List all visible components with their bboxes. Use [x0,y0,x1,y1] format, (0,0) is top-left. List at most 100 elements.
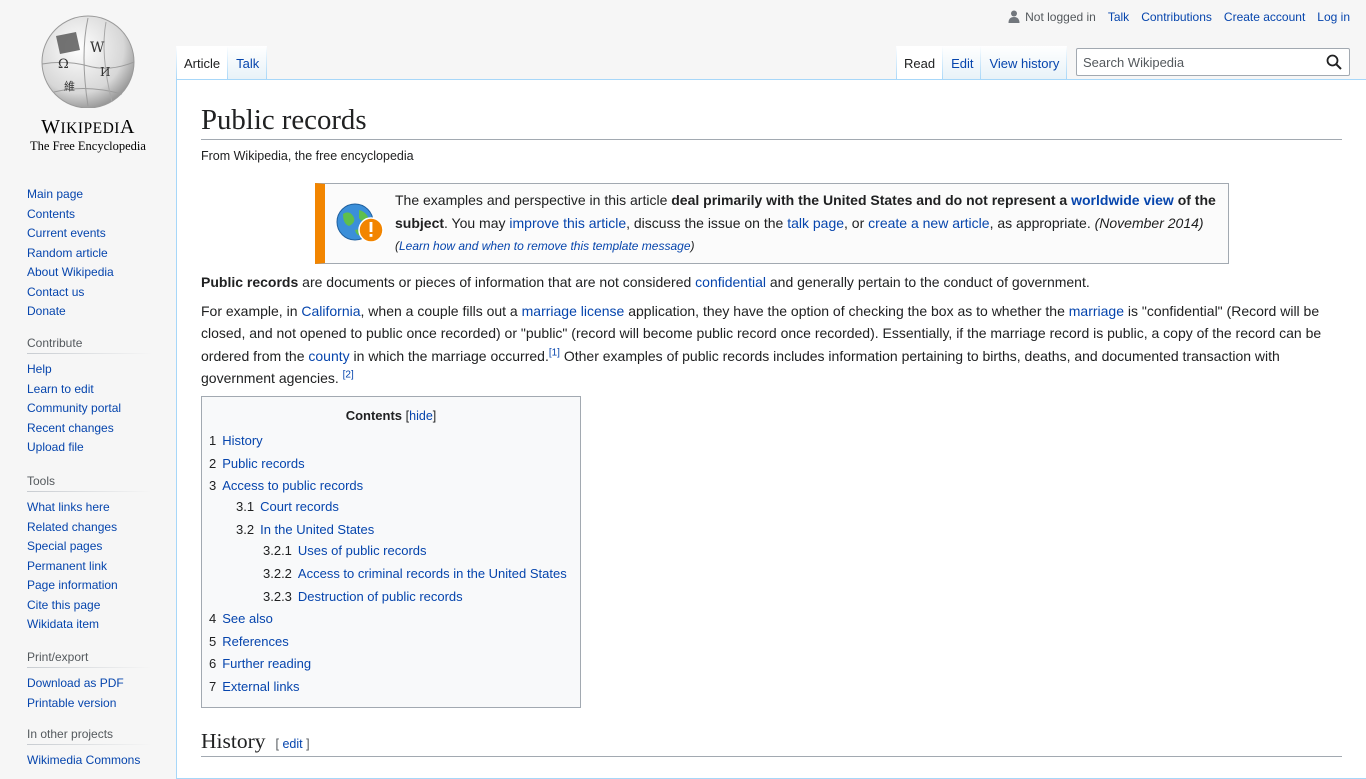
california-link[interactable]: California [301,303,360,319]
search-box [1076,48,1350,76]
sidebar-item-related-changes[interactable]: Related changes [27,520,117,534]
sidebar-heading-print-export: Print/export [27,650,152,668]
improve-article-link[interactable]: improve this article [509,215,626,231]
not-logged-in: Not logged in [1008,10,1096,24]
sidebar-navigation: Main page Contents Current events Random… [27,185,152,322]
svg-text:И: И [100,65,110,79]
reference-2-link[interactable]: [2] [343,370,354,381]
toc-number: 3.2.1 [263,543,292,558]
view-tabs: Read Edit View history [896,46,1068,80]
sidebar-item-random-article[interactable]: Random article [27,246,108,260]
sidebar-item-cite-this-page[interactable]: Cite this page [27,598,100,612]
toc-item[interactable]: 3.2.2 Access to criminal records in the U… [263,566,567,581]
sidebar-item-wikidata-item[interactable]: Wikidata item [27,617,99,631]
search-input[interactable] [1077,49,1317,75]
toc-item[interactable]: 3.2.1 Uses of public records [263,543,427,558]
remove-template-link[interactable]: Learn how and when to remove this templa… [399,239,691,253]
tab-edit[interactable]: Edit [943,46,982,80]
toc-number: 3.2.3 [263,589,292,604]
toc-hide-toggle[interactable]: hide [409,409,433,423]
toc-item[interactable]: 3 Access to public records [209,478,363,493]
reference-1-link[interactable]: [1] [549,347,560,358]
notice-text: The examples and perspective in this art… [395,189,1225,257]
toc-item[interactable]: 3.2.3 Destruction of public records [263,589,463,604]
toc-item[interactable]: 2 Public records [209,456,305,471]
toc-link[interactable]: Uses of public records [298,543,427,558]
edit-section-link[interactable]: edit [282,737,302,751]
toc-link[interactable]: Further reading [222,656,311,671]
sidebar-item-wikimedia-commons[interactable]: Wikimedia Commons [27,753,140,767]
sidebar-item-donate[interactable]: Donate [27,304,66,318]
example-text-1: For example, in [201,303,302,319]
sidebar-item-upload-file[interactable]: Upload file [27,440,84,454]
toc-item[interactable]: 3.2 In the United States [236,522,374,537]
toc-link[interactable]: Court records [260,499,339,514]
toc-item[interactable]: 6 Further reading [209,656,311,671]
toc-link[interactable]: Public records [222,456,304,471]
contributions-link[interactable]: Contributions [1141,10,1212,24]
tab-article[interactable]: Article [176,46,229,80]
sidebar-item-contact[interactable]: Contact us [27,285,84,299]
example-text-2: , when a couple fills out a [360,303,522,319]
sidebar-item-contents[interactable]: Contents [27,207,75,221]
sidebar-item-community-portal[interactable]: Community portal [27,401,121,415]
notice-remove-hint: (Learn how and when to remove this templ… [395,239,695,253]
sidebar-item-about[interactable]: About Wikipedia [27,265,114,279]
user-talk-link[interactable]: Talk [1108,10,1129,24]
tab-view-history[interactable]: View history [981,46,1068,80]
talk-page-link[interactable]: talk page [787,215,844,231]
section-heading-history: History [ edit ] [201,728,1342,757]
sidebar-item-learn-to-edit[interactable]: Learn to edit [27,382,94,396]
table-of-contents: Contents [hide] 1 History 2 Public records… [201,396,581,708]
toc-item[interactable]: 4 See also [209,611,273,626]
toc-item[interactable]: 3.1 Court records [236,499,339,514]
toc-link[interactable]: See also [222,611,273,626]
toc-item[interactable]: 1 History [209,433,263,448]
namespace-tabs: Article Talk [176,46,268,80]
toc-item[interactable]: 5 References [209,634,289,649]
toc-link[interactable]: In the United States [260,522,374,537]
notice-date: (November 2014) [1094,215,1204,231]
wikipedia-logo[interactable]: Ω W 維 И WIKIPEDIA The Free Encyclopedia [0,0,176,160]
toc-number: 3.1 [236,499,255,514]
sidebar-item-current-events[interactable]: Current events [27,226,106,240]
sidebar-tools: Tools What links here Related changes Sp… [27,474,152,635]
sidebar-item-what-links-here[interactable]: What links here [27,500,110,514]
not-logged-in-label: Not logged in [1025,10,1096,24]
toc-link[interactable]: References [222,634,288,649]
toc-item[interactable]: 7 External links [209,679,300,694]
tab-read[interactable]: Read [896,46,944,80]
log-in-link[interactable]: Log in [1317,10,1350,24]
sidebar-item-main-page[interactable]: Main page [27,187,83,201]
marriage-license-link[interactable]: marriage license [522,303,625,319]
toc-link[interactable]: External links [222,679,299,694]
sidebar-item-page-information[interactable]: Page information [27,578,118,592]
sidebar-item-printable-version[interactable]: Printable version [27,696,116,710]
toc-link[interactable]: Access to public records [222,478,363,493]
confidential-link[interactable]: confidential [695,274,766,290]
create-account-link[interactable]: Create account [1224,10,1305,24]
user-icon [1008,10,1020,23]
toc-number: 1 [209,433,217,448]
search-icon[interactable] [1326,54,1342,70]
globalize-notice-box: The examples and perspective in this art… [315,183,1229,264]
create-new-article-link[interactable]: create a new article [868,215,989,231]
sidebar-item-download-pdf[interactable]: Download as PDF [27,676,124,690]
toc-link[interactable]: History [222,433,262,448]
sidebar-item-recent-changes[interactable]: Recent changes [27,421,114,435]
worldwide-view-link[interactable]: worldwide view [1071,192,1174,208]
toc-link[interactable]: Destruction of public records [298,589,463,604]
svg-text:維: 維 [64,80,75,93]
toc-link[interactable]: Access to criminal records in the United… [298,566,567,581]
personal-tools: Not logged in Talk Contributions Create … [996,10,1350,24]
sidebar-contribute: Contribute Help Learn to edit Community … [27,336,152,458]
marriage-link[interactable]: marriage [1069,303,1124,319]
sidebar-item-help[interactable]: Help [27,362,52,376]
toc-toggle: [hide] [405,409,437,423]
county-link[interactable]: county [308,348,349,364]
site-subtitle: From Wikipedia, the free encyclopedia [201,149,414,163]
toc-number: 5 [209,634,217,649]
tab-talk[interactable]: Talk [228,46,268,80]
sidebar-item-special-pages[interactable]: Special pages [27,539,102,553]
sidebar-item-permanent-link[interactable]: Permanent link [27,559,107,573]
